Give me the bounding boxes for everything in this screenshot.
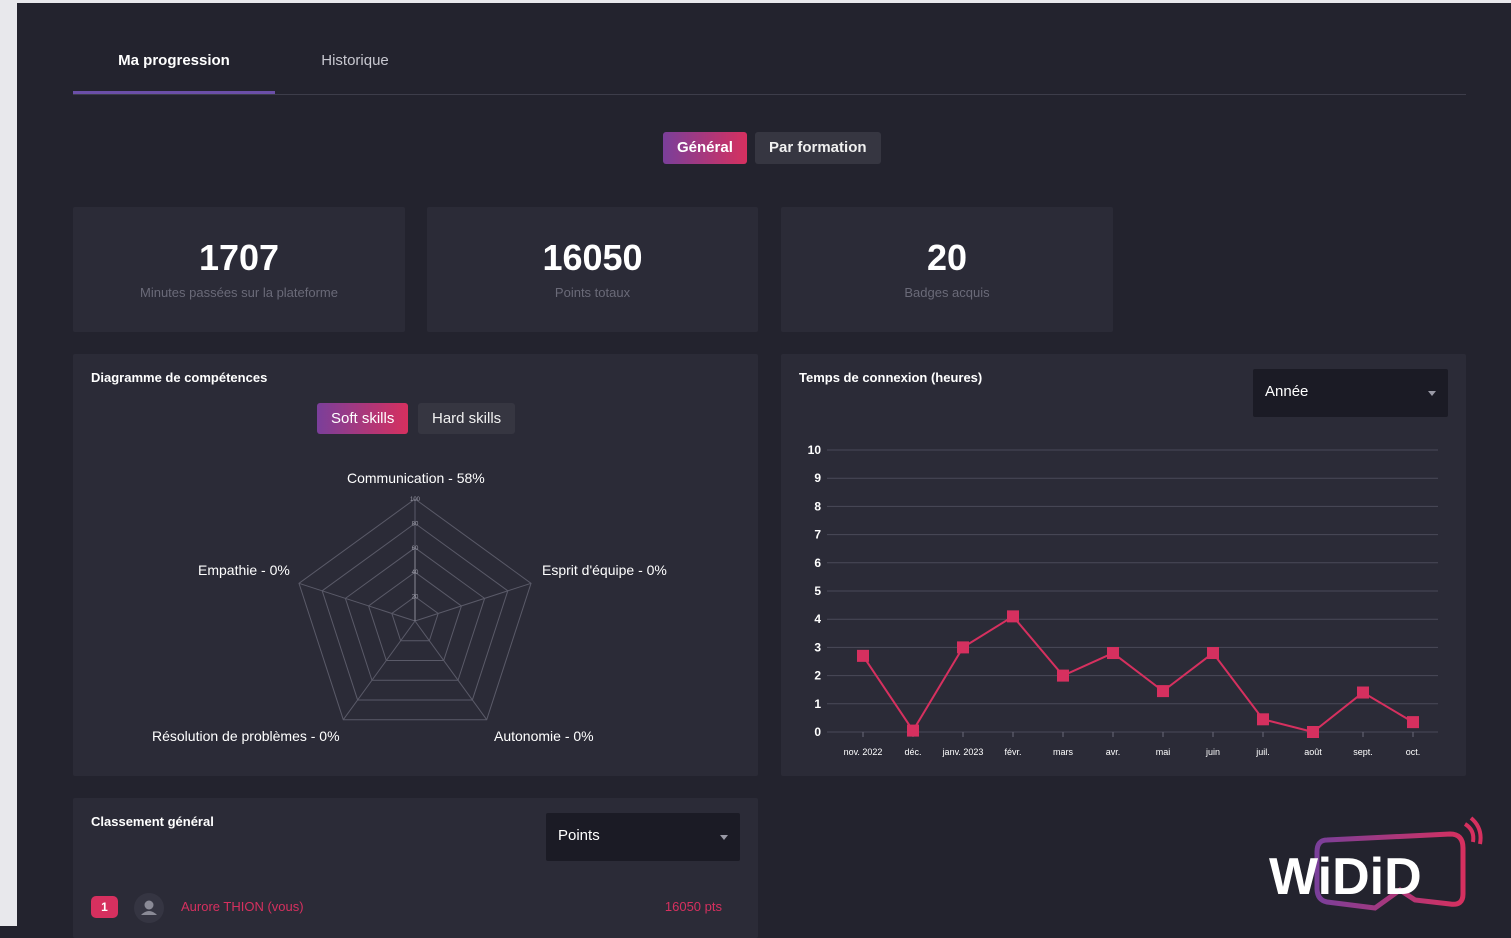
stat-card-minutes: 1707 Minutes passées sur la plateforme [73,207,405,332]
stat-label: Minutes passées sur la plateforme [140,285,338,300]
sort-select[interactable]: Points [546,813,740,861]
radar-spoke [298,582,416,622]
data-point [1257,713,1269,726]
connection-card: Temps de connexion (heures) Année 012345… [781,354,1466,776]
x-tick-label: janv. 2023 [942,747,984,757]
series-line [862,615,1414,734]
data-point [1407,716,1419,729]
top-edge [17,0,1511,3]
x-tick-label: sept. [1353,747,1373,757]
tabs-bar: Ma progression Historique [73,30,1466,95]
radar-spoke [414,582,532,622]
stat-card-badges: 20 Badges acquis [781,207,1113,332]
x-tick-label: juin [1205,747,1220,757]
ranking-card: Classement général Points 1 Aurore THION… [73,798,758,938]
radar-spoke [342,620,416,720]
y-tick-label: 9 [814,471,821,485]
data-point [1207,647,1219,660]
y-tick-label: 0 [814,725,821,739]
y-tick-label: 1 [814,697,821,711]
data-point [1357,686,1369,699]
x-tick-label: août [1304,747,1322,757]
user-icon [141,900,157,915]
radar-label-autonomie: Autonomie - 0% [494,728,594,744]
x-tick-label: avr. [1106,747,1121,757]
data-point [1107,647,1119,660]
x-tick-label: nov. 2022 [844,747,883,757]
radar-label-resolution: Résolution de problèmes - 0% [152,728,340,744]
radar-spoke [414,620,488,720]
y-tick-label: 6 [814,556,821,570]
x-tick-label: déc. [904,747,921,757]
y-tick-label: 4 [814,612,821,626]
rank-points: 16050 pts [664,899,722,914]
widid-logo: WiDiD [1269,816,1483,911]
chevron-down-icon [720,835,728,840]
connection-line-chart: 0 1 2 3 4 5 6 7 8 9 10 nov. 2022 déc. janv. 2023 févr.… [808,443,1438,757]
left-edge [0,0,17,926]
data-point [1057,669,1069,682]
data-point [857,649,869,662]
data-point [1007,610,1019,623]
tab-ma-progression[interactable]: Ma progression [73,30,275,94]
x-tick-label: juil. [1255,747,1270,757]
y-tick-label: 8 [814,499,821,513]
stat-label: Badges acquis [904,285,990,300]
rank-badge: 1 [91,896,118,918]
radar-ring-label: 100 [410,497,421,503]
logo-text: WiDiD [1269,848,1422,906]
data-point [1307,726,1319,738]
skills-card: Diagramme de compétences Soft skills Har… [73,354,758,776]
x-tick-label: mai [1156,747,1171,757]
sort-select-value: Points [558,827,600,844]
general-button[interactable]: Général [663,132,747,164]
data-point [1157,685,1169,698]
avatar [134,893,164,923]
stat-card-points: 16050 Points totaux [427,207,758,332]
by-course-button[interactable]: Par formation [755,132,881,164]
radar-label-communication: Communication - 58% [347,470,485,486]
y-tick-label: 7 [814,528,821,542]
tab-historique[interactable]: Historique [275,30,435,92]
x-tick-label: mars [1053,747,1073,757]
stat-value: 20 [926,237,968,278]
rank-name[interactable]: Aurore THION (vous) [181,899,304,914]
radar-label-esprit-equipe: Esprit d'équipe - 0% [542,562,667,578]
data-point [907,724,919,737]
radar-ring-label: 80 [412,521,419,527]
stat-value: 1707 [198,237,280,278]
data-point [957,641,969,654]
y-tick-label: 2 [814,669,821,683]
y-tick-label: 5 [814,584,821,598]
ranking-card-title: Classement général [91,814,214,829]
y-tick-label: 3 [814,640,821,654]
x-tick-label: oct. [1406,747,1421,757]
stat-label: Points totaux [554,285,631,300]
stat-value: 16050 [542,237,643,278]
radar-label-empathie: Empathie - 0% [198,562,290,578]
y-tick-label: 10 [808,443,822,457]
x-tick-label: févr. [1004,747,1021,757]
